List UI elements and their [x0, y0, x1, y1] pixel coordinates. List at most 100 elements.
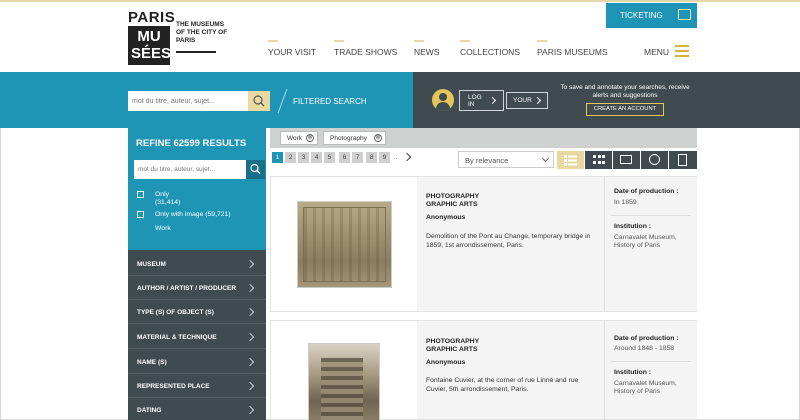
- save-search-button[interactable]: [641, 151, 668, 169]
- nav-your-visit[interactable]: YOUR VISIT: [268, 40, 316, 57]
- checkbox-with-image[interactable]: [137, 211, 144, 218]
- result-description[interactable]: Fontaine Cuvier, at the corner of rue Li…: [426, 376, 598, 394]
- ticketing-label: TICKETING: [620, 11, 663, 20]
- ticket-icon: [678, 9, 691, 20]
- result-card[interactable]: PHOTOGRAPHY GRAPHIC ARTS Anonymous Fonta…: [270, 320, 697, 420]
- chevron-right-icon: [245, 357, 255, 367]
- page-6[interactable]: 6: [339, 152, 350, 163]
- date-label: Date of production :: [614, 335, 679, 342]
- institution-value: Carnavalet Museum, History of Paris: [614, 380, 677, 395]
- facet-label: NAME (S): [137, 359, 167, 366]
- facet-label: MUSEUM: [137, 261, 166, 268]
- create-account-button[interactable]: CREATE AN ACCOUNT: [586, 103, 664, 116]
- facet-object-type[interactable]: TYPE (S) OF OBJECT (S): [128, 300, 266, 324]
- page-5[interactable]: 5: [324, 152, 335, 163]
- view-slideshow-button[interactable]: [613, 151, 640, 169]
- list-view-icon: [564, 155, 577, 166]
- screen-icon: [620, 155, 632, 164]
- sort-selected-value: By relevance: [465, 156, 509, 165]
- export-button[interactable]: [669, 151, 697, 169]
- result-author: Anonymous: [426, 359, 466, 366]
- logo-paris: PARIS: [128, 9, 176, 26]
- page-3[interactable]: 3: [298, 152, 309, 163]
- nav-collections[interactable]: COLLECTIONS: [460, 40, 520, 57]
- page-8[interactable]: 8: [366, 152, 377, 163]
- option-with-image-label: Only with image (59,721): [155, 211, 231, 218]
- nav-paris-museums[interactable]: PARIS MUSEUMS: [537, 40, 608, 57]
- result-card[interactable]: PHOTOGRAPHY GRAPHIC ARTS Anonymous Demol…: [270, 176, 697, 312]
- site-header: PARIS MU SÉES THE MUSEUMS OF THE CITY OF…: [0, 0, 800, 72]
- refine-title: REFINE 62599 RESULTS: [128, 128, 266, 156]
- facet-label: AUTHOR / ARTIST / PRODUCER: [137, 285, 237, 292]
- facet-label: REPRESENTED PLACE: [137, 383, 210, 390]
- checkbox-only[interactable]: [137, 191, 144, 198]
- chevron-right-icon: [245, 283, 255, 293]
- institution-label: Institution :: [614, 223, 651, 230]
- main-search-button[interactable]: [248, 91, 270, 111]
- page-4[interactable]: 4: [311, 152, 322, 163]
- login-button[interactable]: LOG IN: [459, 90, 504, 111]
- view-grid-button[interactable]: [585, 151, 612, 169]
- logo-mu: MU: [137, 28, 161, 45]
- your-account-button[interactable]: YOUR: [506, 92, 548, 109]
- filtered-search-link[interactable]: FILTERED SEARCH: [293, 97, 367, 106]
- main-search-input[interactable]: [128, 91, 248, 111]
- date-value: In 1859: [614, 199, 637, 206]
- view-list-button[interactable]: [557, 151, 584, 169]
- close-icon[interactable]: ⊗: [306, 134, 314, 142]
- page-2[interactable]: 2: [285, 152, 296, 163]
- facet-label: TYPE (S) OF OBJECT (S): [137, 309, 214, 316]
- filter-chip-photography[interactable]: Photography ⊗: [323, 131, 386, 145]
- chevron-right-icon: [245, 259, 255, 269]
- chip-label: Work: [287, 135, 303, 142]
- top-accent-line: [0, 0, 800, 2]
- chevron-right-icon: [245, 381, 255, 391]
- ticketing-button[interactable]: TICKETING: [606, 3, 697, 28]
- meta-divider: [611, 215, 691, 216]
- menu-label[interactable]: MENU: [644, 47, 669, 57]
- result-thumbnail-area: [271, 177, 416, 311]
- filter-chip-work[interactable]: Work ⊗: [280, 131, 318, 145]
- option-only-label: Only (31,414): [155, 191, 181, 206]
- sort-select[interactable]: By relevance: [458, 151, 554, 168]
- your-label: YOUR: [513, 97, 532, 104]
- nav-trade-shows[interactable]: TRADE SHOWS: [334, 40, 397, 57]
- result-thumbnail[interactable]: [308, 343, 380, 420]
- chevron-right-icon: [533, 96, 542, 105]
- facet-label: MATERIAL & TECHNIQUE: [137, 334, 217, 341]
- refine-search-input[interactable]: [134, 160, 246, 179]
- document-icon: [678, 154, 687, 166]
- result-author: Anonymous: [426, 214, 466, 221]
- facet-label: DATING: [137, 407, 162, 414]
- refine-search-button[interactable]: [246, 160, 265, 179]
- chevron-right-icon: [488, 96, 497, 105]
- page-1[interactable]: 1: [272, 152, 283, 163]
- result-category: PHOTOGRAPHY GRAPHIC ARTS: [426, 193, 480, 208]
- hamburger-icon[interactable]: [675, 45, 689, 57]
- page-7[interactable]: 7: [352, 152, 363, 163]
- facet-represented-place[interactable]: REPRESENTED PLACE: [128, 374, 266, 398]
- facet-museum[interactable]: MUSEUM: [128, 252, 266, 276]
- grid-view-icon: [593, 155, 605, 165]
- search-plus-icon: [649, 154, 660, 165]
- chevron-right-icon: [245, 307, 255, 317]
- meta-divider: [611, 361, 691, 362]
- result-thumbnail[interactable]: [297, 201, 392, 288]
- nav-news[interactable]: NEWS: [414, 40, 440, 57]
- account-promo-text: To save and annotate your searches, rece…: [560, 84, 690, 99]
- facet-dating[interactable]: DATING: [128, 398, 266, 420]
- facet-names[interactable]: NAME (S): [128, 350, 266, 374]
- facet-material[interactable]: MATERIAL & TECHNIQUE: [128, 325, 266, 349]
- result-info: [417, 321, 604, 419]
- login-label: LOG IN: [468, 94, 482, 108]
- chevron-right-icon: [245, 332, 255, 342]
- close-icon[interactable]: ⊗: [374, 134, 382, 142]
- chip-label: Photography: [330, 135, 367, 142]
- facet-author[interactable]: AUTHOR / ARTIST / PRODUCER: [128, 276, 266, 300]
- search-icon: [250, 163, 261, 174]
- user-avatar-icon: [432, 89, 454, 111]
- page-9[interactable]: 9: [379, 152, 390, 163]
- result-thumbnail-area: [271, 321, 416, 420]
- date-value: Around 1848 - 1858: [614, 345, 675, 352]
- result-description[interactable]: Demolition of the Pont au Change, tempor…: [426, 232, 598, 250]
